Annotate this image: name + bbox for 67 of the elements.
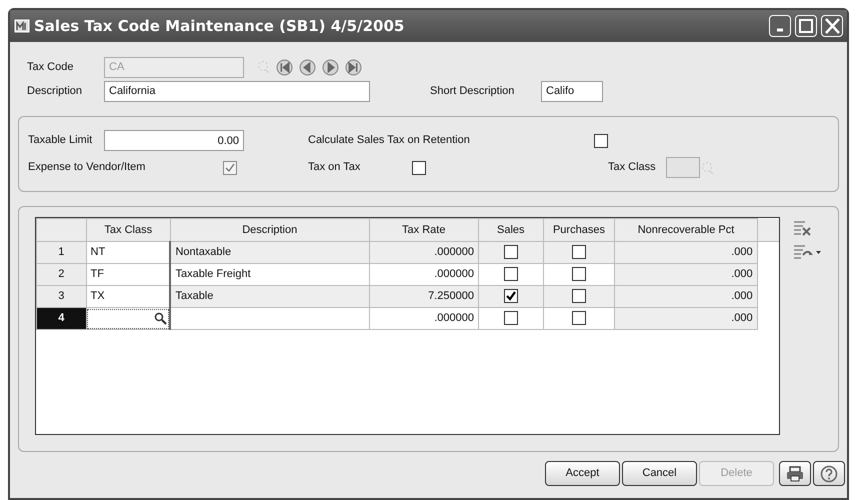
- cancel-button[interactable]: Cancel: [622, 461, 697, 486]
- printer-icon: [786, 466, 804, 482]
- table-cell: .000000: [434, 312, 474, 324]
- row-number[interactable]: 3: [36, 286, 86, 308]
- search-icon[interactable]: [154, 312, 168, 326]
- last-record-button[interactable]: [345, 58, 362, 76]
- previous-record-button[interactable]: [299, 58, 316, 76]
- table-cell: .000: [731, 268, 753, 280]
- checkbox-label: Calculate Sales Tax on Retention: [308, 133, 471, 148]
- table-cell: Taxable: [175, 290, 214, 302]
- minimize-icon: [776, 28, 784, 32]
- table-cell: TF: [90, 268, 104, 280]
- app-icon: [14, 18, 30, 34]
- next-record-button[interactable]: [322, 58, 339, 76]
- table-cell: .000000: [434, 268, 474, 280]
- insert-row-icon[interactable]: [792, 243, 822, 261]
- minimize-button[interactable]: [769, 15, 791, 37]
- table-cell: TX: [90, 290, 105, 302]
- input-field[interactable]: California: [104, 80, 370, 102]
- input-field[interactable]: 0.00: [104, 130, 244, 151]
- table-cell: .000: [731, 312, 753, 324]
- checkbox[interactable]: [412, 160, 426, 174]
- column-header: Purchases: [543, 218, 615, 242]
- checkbox[interactable]: [572, 267, 586, 282]
- input-field[interactable]: Califo: [541, 80, 603, 102]
- column-header: Sales: [478, 218, 544, 242]
- row-number[interactable]: 2: [36, 264, 86, 286]
- field-label: Tax Class: [608, 160, 657, 176]
- column-header: Nonrecoverable Pct: [614, 218, 758, 242]
- row-number[interactable]: 4: [36, 308, 86, 330]
- help-icon: [820, 464, 838, 482]
- checkbox[interactable]: [572, 289, 586, 304]
- maximize-icon: [798, 18, 814, 34]
- checkbox-label: Tax on Tax: [308, 160, 362, 176]
- checkbox[interactable]: [572, 245, 586, 260]
- table-cell: Nontaxable: [175, 246, 232, 258]
- column-header: Tax Rate: [369, 218, 478, 242]
- row-number[interactable]: 1: [36, 242, 86, 264]
- close-icon: [824, 18, 840, 34]
- field-label: Description: [26, 84, 84, 99]
- column-header: Tax Class: [86, 218, 170, 242]
- table-cell: 7.250000: [428, 290, 474, 302]
- checkbox[interactable]: [504, 289, 518, 304]
- help-button[interactable]: [813, 461, 845, 486]
- checkbox[interactable]: [572, 311, 586, 326]
- checkbox[interactable]: [504, 267, 518, 282]
- maximize-button[interactable]: [795, 15, 817, 37]
- column-header: Description: [170, 218, 370, 242]
- corner-cell: [36, 218, 86, 242]
- table-cell: .000000: [434, 246, 474, 258]
- table-cell: Taxable Freight: [175, 268, 251, 280]
- print-button[interactable]: [779, 461, 811, 486]
- field-label: Short Description: [430, 84, 516, 99]
- first-record-button[interactable]: [276, 58, 293, 76]
- window-title: Sales Tax Code Maintenance (SB1) 4/5/2005: [34, 16, 406, 37]
- table-cell: .000: [731, 290, 753, 302]
- table-cell: NT: [90, 246, 106, 258]
- table-cell: .000: [731, 246, 753, 258]
- checkbox[interactable]: [504, 311, 518, 326]
- delete-row-icon[interactable]: [792, 219, 812, 237]
- field-label: Tax Code: [26, 60, 74, 75]
- checkbox-label: Expense to Vendor/Item: [28, 160, 146, 176]
- close-button[interactable]: [821, 15, 843, 37]
- accept-button[interactable]: Accept: [545, 461, 620, 486]
- checkbox[interactable]: [504, 245, 518, 260]
- field-label: Taxable Limit: [28, 133, 94, 148]
- checkbox[interactable]: [594, 134, 608, 148]
